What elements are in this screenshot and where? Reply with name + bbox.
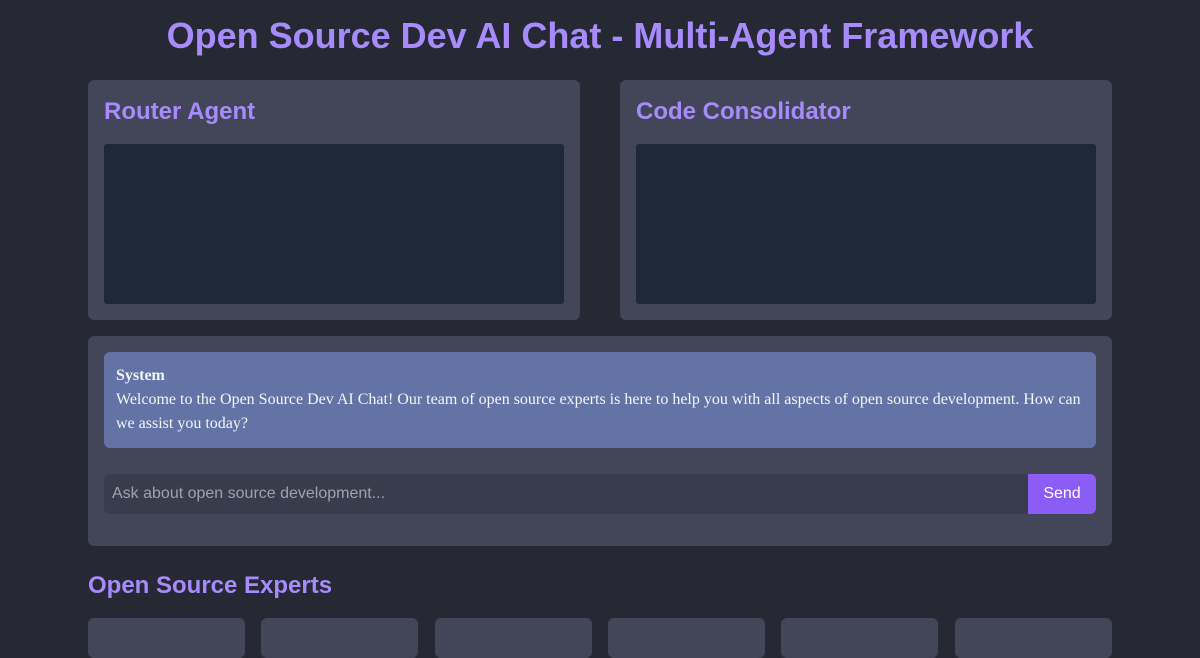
expert-card[interactable] (608, 618, 765, 658)
message-sender: System (116, 367, 165, 384)
code-consolidator-output (636, 144, 1096, 304)
message-text: Welcome to the Open Source Dev AI Chat! … (116, 391, 1081, 432)
page-title: Open Source Dev AI Chat - Multi-Agent Fr… (166, 15, 1034, 56)
send-button[interactable]: Send (1028, 474, 1096, 514)
expert-card[interactable] (781, 618, 938, 658)
expert-card[interactable] (435, 618, 592, 658)
expert-card[interactable] (261, 618, 418, 658)
expert-card[interactable] (955, 618, 1112, 658)
expert-card[interactable] (88, 618, 245, 658)
router-agent-title: Router Agent (104, 98, 256, 125)
chat-panel: System Welcome to the Open Source Dev AI… (88, 336, 1112, 546)
experts-heading: Open Source Experts (88, 572, 333, 599)
system-message: System Welcome to the Open Source Dev AI… (104, 352, 1096, 448)
code-consolidator-panel: Code Consolidator (620, 80, 1112, 320)
router-agent-output (104, 144, 564, 304)
router-agent-panel: Router Agent (88, 80, 580, 320)
chat-input[interactable] (104, 474, 1028, 514)
code-consolidator-title: Code Consolidator (636, 98, 851, 125)
